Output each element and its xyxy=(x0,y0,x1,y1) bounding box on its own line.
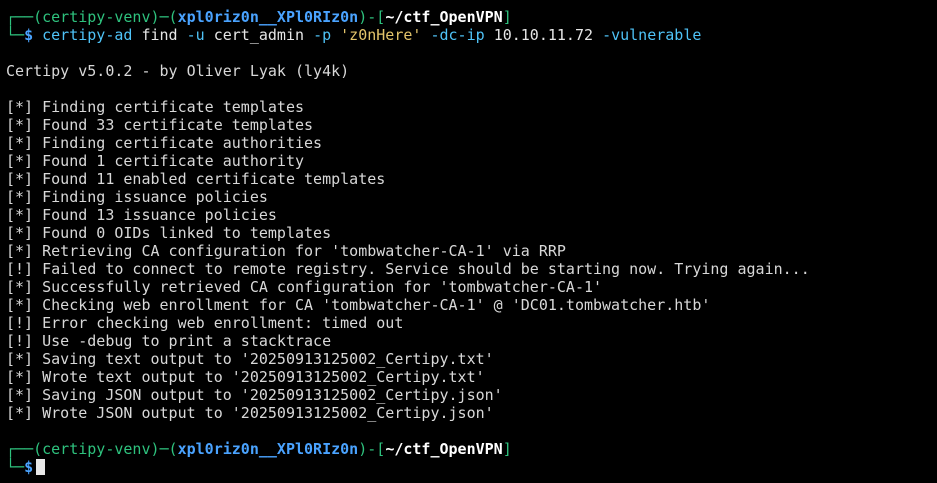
text-cursor[interactable] xyxy=(36,459,46,475)
prompt-dollar: $ xyxy=(24,458,34,476)
command-ip: 10.10.11.72 xyxy=(493,26,594,44)
output-line: [*] Found 13 issuance policies xyxy=(6,206,277,224)
prompt-user-host: xpl0riz0n__XPl0RIz0n xyxy=(177,440,359,458)
output-line: [*] Successfully retrieved CA configurat… xyxy=(6,278,603,296)
prompt-separator: )─( xyxy=(150,8,178,26)
output-line: [!] Use -debug to print a stacktrace xyxy=(6,332,332,350)
output-line: [*] Finding certificate templates xyxy=(6,98,305,116)
command-line: └─$ certipy-ad find -u cert_admin -p 'z0… xyxy=(6,26,937,44)
prompt-header: ┌──(certipy-venv)─(xpl0riz0n__XPl0RIz0n)… xyxy=(6,8,937,26)
output-line: [*] Retrieving CA configuration for 'tom… xyxy=(6,242,566,260)
output-line: [*] Found 0 OIDs linked to templates xyxy=(6,224,332,242)
prompt-path: ~/ctf_OpenVPN xyxy=(385,440,503,458)
output-line: [*] Checking web enrollment for CA 'tomb… xyxy=(6,296,711,314)
prompt-header: ┌──(certipy-venv)─(xpl0riz0n__XPl0RIz0n)… xyxy=(6,440,937,458)
output-line: [*] Wrote text output to '20250913125002… xyxy=(6,368,485,386)
command-option-p: -p xyxy=(313,26,332,44)
prompt-separator-2: )-[ xyxy=(358,8,386,26)
prompt-separator: )─( xyxy=(150,440,178,458)
command-option-dc-ip: -dc-ip xyxy=(430,26,485,44)
prompt-venv: certipy-venv xyxy=(42,8,151,26)
prompt-venv: certipy-venv xyxy=(42,440,151,458)
output-line: [*] Wrote JSON output to '20250913125002… xyxy=(6,404,494,422)
command-subcommand: find xyxy=(141,26,178,44)
prompt-frame-open: ┌──( xyxy=(6,8,43,26)
input-line[interactable]: └─$ xyxy=(6,458,937,476)
output-line: [!] Error checking web enrollment: timed… xyxy=(6,314,404,332)
prompt-arrow: └─ xyxy=(6,26,25,44)
prompt-frame-open: ┌──( xyxy=(6,440,43,458)
command-password: 'z0nHere' xyxy=(340,26,422,44)
output-line: [*] Found 33 certificate templates xyxy=(6,116,314,134)
output-line: [*] Found 11 enabled certificate templat… xyxy=(6,170,386,188)
command-binary: certipy-ad xyxy=(42,26,133,44)
output-line: [*] Finding certificate authorities xyxy=(6,134,323,152)
output-line: [*] Found 1 certificate authority xyxy=(6,152,305,170)
prompt-dollar: $ xyxy=(24,26,34,44)
prompt-frame-close: ] xyxy=(502,440,512,458)
output-line: [*] Finding issuance policies xyxy=(6,188,268,206)
prompt-user-host: xpl0riz0n__XPl0RIz0n xyxy=(177,8,359,26)
prompt-path: ~/ctf_OpenVPN xyxy=(385,8,503,26)
output-line: [!] Failed to connect to remote registry… xyxy=(6,260,810,278)
prompt-separator-2: )-[ xyxy=(358,440,386,458)
command-option-vulnerable: -vulnerable xyxy=(602,26,702,44)
prompt-frame-close: ] xyxy=(502,8,512,26)
output-line: [*] Saving text output to '2025091312500… xyxy=(6,350,494,368)
terminal-window[interactable]: ┌──(certipy-venv)─(xpl0riz0n__XPl0RIz0n)… xyxy=(6,8,937,483)
banner-line: Certipy v5.0.2 - by Oliver Lyak (ly4k) xyxy=(6,62,350,80)
command-username: cert_admin xyxy=(213,26,305,44)
command-option-u: -u xyxy=(186,26,205,44)
output-line: [*] Saving JSON output to '2025091312500… xyxy=(6,386,503,404)
prompt-arrow: └─ xyxy=(6,458,25,476)
